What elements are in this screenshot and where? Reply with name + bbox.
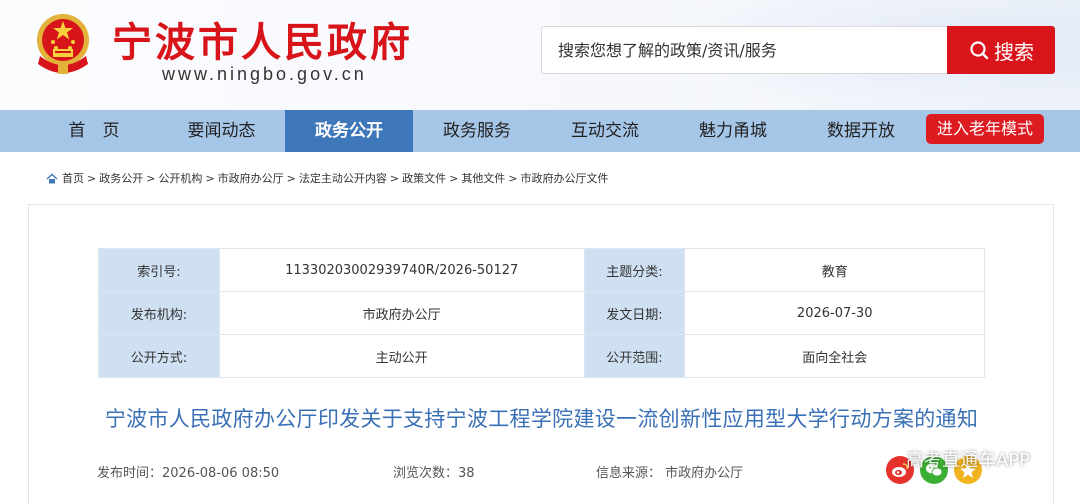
elder-mode-button[interactable]: 进入老年模式 (926, 114, 1044, 144)
breadcrumb-gov-info[interactable]: 政务公开 (99, 170, 143, 186)
breadcrumb-home[interactable]: 首页 (62, 170, 84, 186)
info-source: 信息来源： 市政府办公厅 (596, 466, 744, 481)
site-title[interactable]: 宁波市人民政府 (112, 10, 413, 68)
breadcrumb-policy[interactable]: 政策文件 (402, 170, 446, 186)
site-header: 宁波市人民政府 www.ningbo.gov.cn 搜索 (0, 0, 1080, 110)
scope-value: 面向全社会 (684, 334, 985, 378)
search-input[interactable] (541, 26, 947, 74)
nav-item-gov-info[interactable]: 政务公开 (285, 110, 413, 152)
search-button[interactable]: 搜索 (947, 26, 1055, 74)
watermark: 高考直通车APP (906, 450, 1031, 471)
date-label: 发文日期: (583, 291, 686, 335)
mode-label: 公开方式: (98, 334, 220, 378)
breadcrumb: 首页 > 政务公开 > 公开机构 > 市政府办公厅 > 法定主动公开内容 > 政策文件 > … (46, 170, 609, 186)
index-label: 索引号: (98, 248, 220, 292)
mode-value: 主动公开 (218, 334, 585, 378)
topic-label: 主题分类: (583, 248, 686, 292)
breadcrumb-other[interactable]: 其他文件 (461, 170, 505, 186)
document-meta-table: 索引号: 11330203002939740R/2026-50127 主题分类:… (98, 248, 985, 378)
index-value: 11330203002939740R/2026-50127 (218, 248, 585, 292)
table-row: 索引号: 11330203002939740R/2026-50127 主题分类:… (98, 248, 985, 292)
table-row: 发布机构: 市政府办公厅 发文日期: 2026-07-30 (98, 291, 985, 335)
breadcrumb-institutions[interactable]: 公开机构 (158, 170, 202, 186)
document-title: 宁波市人民政府办公厅印发关于支持宁波工程学院建设一流创新性应用型大学行动方案的通… (104, 407, 979, 431)
search-icon (970, 41, 989, 60)
topic-value: 教育 (684, 248, 985, 292)
publisher-value: 市政府办公厅 (218, 291, 585, 335)
scope-label: 公开范围: (583, 334, 686, 378)
nav-item-interaction[interactable]: 互动交流 (541, 110, 669, 152)
nav-item-gov-service[interactable]: 政务服务 (413, 110, 541, 152)
publisher-label: 发布机构: (98, 291, 220, 335)
national-emblem-icon (37, 14, 89, 74)
nav-item-home[interactable]: 首 页 (30, 110, 158, 152)
publish-time: 发布时间：2026-08-06 08:50 (97, 466, 280, 481)
site-url: www.ningbo.gov.cn (162, 64, 367, 84)
breadcrumb-statutory[interactable]: 法定主动公开内容 (299, 170, 387, 186)
date-value: 2026-07-30 (684, 291, 985, 335)
nav-item-city[interactable]: 魅力甬城 (669, 110, 797, 152)
main-nav: 首 页 要闻动态 政务公开 政务服务 互动交流 魅力甬城 数据开放 (0, 110, 1080, 152)
view-count: 浏览次数：38 (393, 466, 475, 481)
search-button-label: 搜索 (994, 39, 1034, 64)
table-row: 公开方式: 主动公开 公开范围: 面向全社会 (98, 334, 985, 378)
breadcrumb-office[interactable]: 市政府办公厅 (218, 170, 284, 186)
home-icon (46, 173, 58, 183)
nav-item-data[interactable]: 数据开放 (797, 110, 925, 152)
breadcrumb-office-docs[interactable]: 市政府办公厅文件 (521, 170, 609, 186)
nav-item-news[interactable]: 要闻动态 (158, 110, 285, 152)
